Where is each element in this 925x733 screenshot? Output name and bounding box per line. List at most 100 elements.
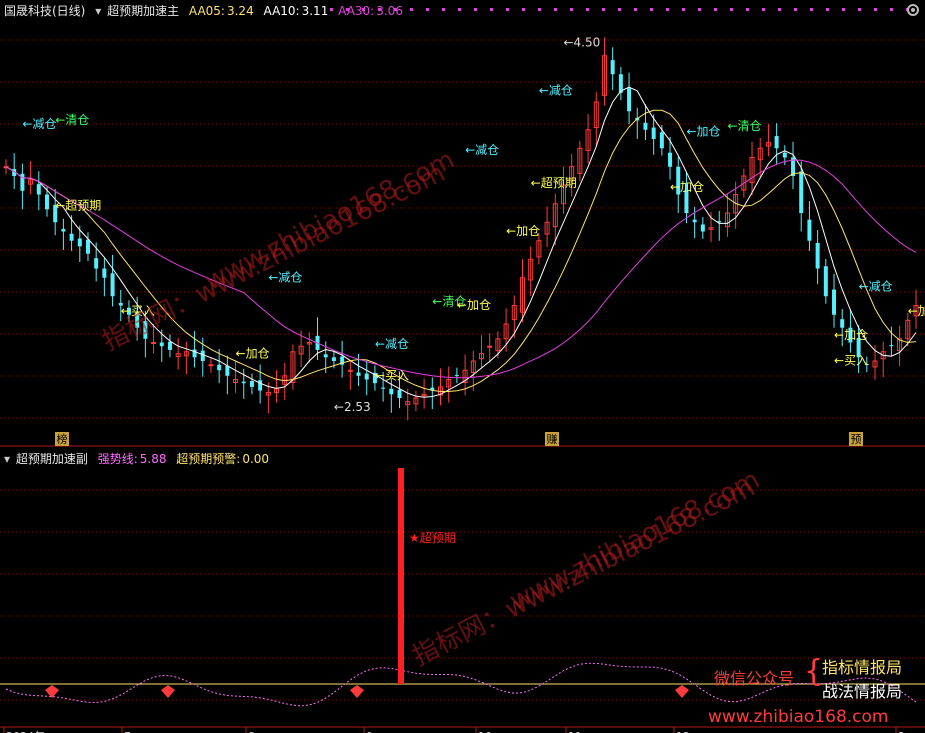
signal-dot (794, 8, 797, 11)
candle-body (840, 319, 845, 328)
sub-indicator-name[interactable]: 超预期加速副 (16, 452, 88, 466)
signal-label: ←减仓 (375, 337, 409, 351)
aa05-value: 3.24 (226, 4, 254, 18)
signal-label: ←加仓 (670, 180, 704, 194)
signal-dot (570, 8, 573, 11)
signal-label: ←清仓 (727, 119, 761, 133)
signal-dot (410, 8, 413, 11)
signal-dot (714, 8, 717, 11)
spike-label: ★超预期 (409, 530, 456, 545)
badge-label: 预 (851, 433, 862, 446)
candle-body (36, 184, 41, 195)
candle-body (889, 345, 894, 347)
signal-dot (634, 8, 637, 11)
candle-body (69, 233, 74, 241)
aa05-label: AA05: (188, 4, 225, 18)
candle-body (151, 342, 157, 344)
signal-label: ←买入 (834, 354, 868, 368)
candle-body (110, 273, 115, 297)
warn-value: 0.00 (242, 452, 270, 466)
aa30-value: 3.06 (376, 4, 403, 18)
candle-body (217, 364, 222, 371)
candle-body (454, 375, 459, 377)
promo-line-1: 指标情报局 (822, 658, 903, 677)
signal-dot (506, 8, 509, 11)
candle-body (610, 60, 615, 75)
wechat-label: 微信公众号 (714, 669, 795, 688)
stock-name: 国晟科技(日线) (4, 4, 86, 18)
candle-body (823, 266, 828, 297)
signal-dot (442, 8, 445, 11)
signal-dot (810, 8, 813, 11)
badge-label: 赚 (547, 432, 558, 446)
candle-body (389, 388, 394, 395)
signal-dot (618, 8, 621, 11)
signal-label: ←减仓 (22, 117, 56, 131)
aa30-label: AA30: (338, 4, 375, 18)
candle-body (643, 122, 648, 130)
signal-dot (650, 8, 653, 11)
signal-dot (842, 8, 845, 11)
warn-spike-bar (398, 468, 404, 684)
candle-body (249, 380, 254, 387)
signal-dot (538, 8, 541, 11)
main-header: 国晟科技(日线) ▾ 超预期加速主 AA05: 3.24 AA10: 3.11 AA… (4, 4, 409, 18)
signal-dot (858, 8, 861, 11)
signal-dot (522, 8, 525, 11)
signal-dot (554, 8, 557, 11)
signal-label: ←清仓 (55, 113, 89, 127)
signal-dot (826, 8, 829, 11)
candle-body (700, 224, 705, 232)
main-indicator-name[interactable]: 超预期加速主 (107, 4, 179, 18)
candle-body (782, 152, 787, 158)
candle-body (381, 387, 386, 389)
candle-body (815, 242, 820, 269)
candle-body (487, 345, 493, 348)
signal-label: ←加仓 (236, 346, 270, 360)
aa10-label: AA10: (263, 4, 300, 18)
candle-body (208, 364, 214, 367)
signal-label: ←加仓 (457, 298, 491, 312)
signal-dot (762, 8, 765, 11)
signal-dot (746, 8, 749, 11)
candle-body (323, 354, 328, 358)
sub-header: ▾ 超预期加速副 强势线: 5.88 超预期预警: 0.00 (4, 452, 275, 466)
chevron-down-icon[interactable]: ▾ (4, 452, 10, 466)
signal-label: ←减仓 (539, 84, 573, 98)
candle-body (61, 228, 66, 232)
candle-body (102, 268, 107, 278)
candle-body (397, 389, 402, 398)
candle-body (200, 350, 205, 361)
candle-body (364, 373, 369, 380)
signal-dot (890, 8, 893, 11)
candle-body (225, 365, 230, 376)
signal-label: ←加仓 (506, 224, 540, 238)
candle-body (85, 239, 90, 254)
signal-dot (586, 8, 589, 11)
brace-icon: { (804, 654, 824, 689)
candle-body (331, 357, 336, 361)
aa10-value: 3.11 (301, 4, 329, 18)
candle-body (692, 219, 697, 223)
strong-line-label: 强势线: (97, 452, 138, 466)
signal-dot (490, 8, 493, 11)
candle-body (241, 381, 246, 384)
candle-body (659, 132, 664, 149)
badge-label: 榜 (57, 432, 68, 446)
signal-dot (602, 8, 605, 11)
candle-body (159, 342, 164, 347)
signal-dot (458, 8, 461, 11)
candle-body (258, 380, 263, 391)
candle-body (94, 258, 99, 269)
gear-icon[interactable] (907, 4, 919, 16)
date-tick-label: 2024年 (6, 729, 45, 733)
candle-body (356, 372, 361, 376)
chevron-down-icon[interactable]: ▾ (95, 4, 101, 18)
candle-body (774, 136, 779, 149)
signal-label: ←4.50 (563, 36, 600, 50)
promo-site: www.zhibiao168.com (708, 707, 889, 727)
signal-label: ←买入 (375, 369, 409, 383)
warn-label: 超预期预警: (176, 452, 241, 466)
signal-label: ←超预期 (531, 175, 577, 190)
signal-dot (474, 8, 477, 11)
